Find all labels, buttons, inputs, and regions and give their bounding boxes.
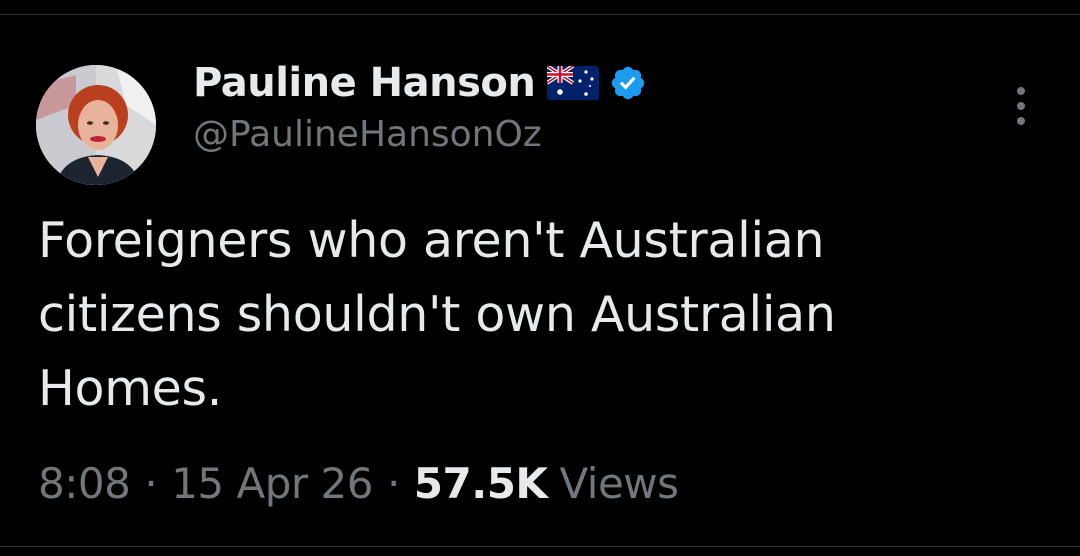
more-vertical-icon	[1017, 87, 1025, 95]
more-vertical-icon-dot	[1017, 117, 1025, 125]
tweet-date[interactable]: 15 Apr 26	[171, 459, 373, 508]
more-options-button[interactable]	[1004, 81, 1038, 131]
verified-badge-icon[interactable]	[609, 64, 647, 102]
tweet[interactable]: Pauline Hanson @PaulineHansonOz Foreigne…	[0, 15, 1080, 545]
meta-separator: ·	[386, 458, 400, 508]
avatar-photo-icon	[36, 65, 156, 185]
author-handle[interactable]: @PaulineHansonOz	[193, 114, 973, 155]
name-row: Pauline Hanson	[193, 60, 973, 106]
views-count[interactable]: 57.5K	[414, 459, 548, 508]
tweet-text-line: citizens shouldn't own Australian	[38, 286, 836, 343]
author-display-name[interactable]: Pauline Hanson	[193, 60, 536, 106]
avatar[interactable]	[36, 65, 156, 185]
tweet-meta: 8:08 · 15 Apr 26 · 57.5K Views	[38, 453, 679, 513]
tweet-time[interactable]: 8:08	[38, 459, 131, 508]
tweet-text-line: Homes.	[38, 360, 223, 417]
tweet-text-line: Foreigners who aren't Australian	[38, 212, 825, 269]
views-label[interactable]: Views	[559, 459, 679, 508]
bottom-divider	[0, 546, 1080, 547]
more-vertical-icon-dot	[1017, 102, 1025, 110]
australian-flag-icon	[546, 64, 600, 100]
tweet-text: Foreigners who aren't Australian citizen…	[38, 204, 1048, 426]
author-block: Pauline Hanson @PaulineHansonOz	[193, 60, 973, 155]
meta-separator: ·	[144, 458, 158, 508]
